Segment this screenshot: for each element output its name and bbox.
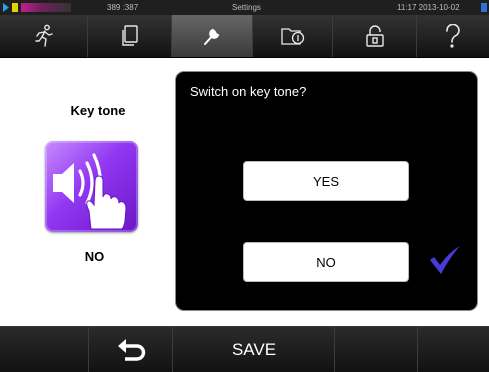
screen: 389 :387 Settings 11:17 2013-10-02 Key t… [0,0,489,372]
confirm-dialog: Switch on key tone? YES NO [175,71,478,311]
document-icon [121,25,138,46]
back-button[interactable] [96,327,168,372]
setting-title: Key tone [70,103,126,118]
status-bar: 389 :387 Settings 11:17 2013-10-02 [0,0,489,15]
status-title: Settings [232,3,261,12]
wrench-icon [204,28,220,45]
tab-documents[interactable] [88,15,172,57]
dialog-question: Switch on key tone? [190,84,307,99]
nav-bar [0,15,489,58]
no-button[interactable]: NO [243,242,409,282]
status-counter: 389 :387 [107,3,139,12]
back-arrow-icon [118,339,146,361]
status-indicator-magenta [21,3,71,12]
status-indicator-yellow [12,3,18,12]
bottom-separator [334,327,335,372]
tab-settings[interactable] [172,15,253,57]
tab-program[interactable] [0,15,88,57]
status-datetime: 11:17 2013-10-02 [397,3,460,12]
save-button[interactable]: SAVE [206,327,302,372]
bottom-separator [88,327,89,372]
no-button-label: NO [316,254,336,270]
lock-icon [365,25,384,47]
bottom-separator [172,327,173,372]
question-mark-icon [446,24,460,48]
save-button-label: SAVE [231,340,277,359]
bottom-separator [417,327,418,372]
yes-button[interactable]: YES [243,161,409,201]
tab-help[interactable] [417,15,489,57]
info-folder-icon [280,28,304,45]
tab-lock[interactable] [333,15,417,57]
yes-button-label: YES [312,173,339,189]
status-indicator-right [481,3,487,12]
setting-current-value: NO [84,249,105,264]
speaker-touch-icon[interactable] [45,141,138,232]
checkmark-icon [430,246,460,274]
running-man-icon [34,24,53,47]
bottom-bar: SAVE [0,326,489,372]
status-indicator-blue [3,3,9,12]
tab-info[interactable] [253,15,333,57]
